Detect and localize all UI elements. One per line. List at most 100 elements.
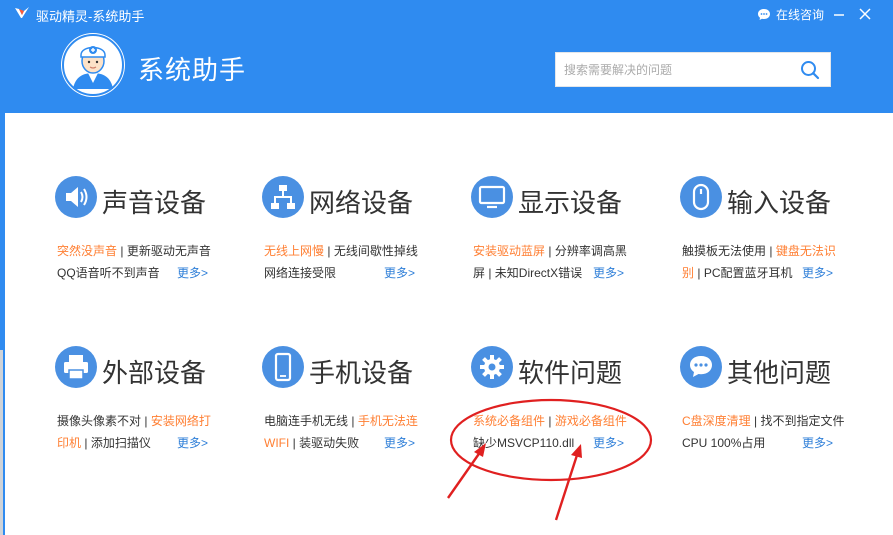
more-link[interactable]: 更多>	[384, 432, 415, 454]
category-card-other: 其他问题 C盘深度清理 | 找不到指定文件 CPU 100%占用 更多>	[680, 346, 880, 476]
more-link[interactable]: 更多>	[802, 262, 833, 284]
category-card-external: 外部设备 摄像头像素不对 | 安装网络打 印机 | 添加扫描仪 更多>	[55, 346, 255, 476]
separator: |	[545, 244, 555, 258]
issue-text[interactable]: 分辨率调高黑	[555, 244, 627, 258]
issue-link[interactable]: C盘深度清理	[682, 414, 751, 428]
issue-link[interactable]: 系统必备组件	[473, 414, 545, 428]
link-line-2: 印机 | 添加扫描仪	[57, 432, 249, 454]
category-card-phone: 手机设备 电脑连手机无线 | 手机无法连 WIFI | 装驱动失败 更多>	[262, 346, 462, 476]
category-title[interactable]: 手机设备	[309, 353, 413, 390]
issue-link[interactable]: 突然没声音	[57, 244, 117, 258]
issue-text[interactable]: PC配置蓝牙耳机	[704, 266, 793, 280]
online-consult-label: 在线咨询	[776, 7, 825, 22]
more-link[interactable]: 更多>	[177, 432, 208, 454]
minimize-icon[interactable]	[829, 4, 849, 24]
link-line-1: 突然没声音 | 更新驱动无声音	[57, 240, 249, 262]
category-card-network: 网络设备 无线上网慢 | 无线间歇性掉线 网络连接受限 更多>	[262, 176, 462, 306]
category-links: 无线上网慢 | 无线间歇性掉线 网络连接受限	[264, 240, 456, 284]
separator: |	[141, 414, 151, 428]
monitor-icon[interactable]	[471, 176, 513, 218]
category-title[interactable]: 声音设备	[102, 183, 206, 220]
category-card-sound: 声音设备 突然没声音 | 更新驱动无声音 QQ语音听不到声音 更多>	[55, 176, 255, 306]
category-links: 电脑连手机无线 | 手机无法连 WIFI | 装驱动失败	[264, 410, 456, 454]
link-line-1: 电脑连手机无线 | 手机无法连	[264, 410, 456, 432]
more-link[interactable]: 更多>	[593, 432, 624, 454]
more-link[interactable]: 更多>	[802, 432, 833, 454]
separator: |	[545, 414, 555, 428]
issue-text[interactable]: 触摸板无法使用	[682, 244, 766, 258]
more-link[interactable]: 更多>	[384, 262, 415, 284]
issue-link[interactable]: 印机	[57, 436, 81, 450]
issue-link[interactable]: 安装驱动蓝屏	[473, 244, 545, 258]
search-input[interactable]	[556, 53, 792, 86]
issue-link[interactable]: 安装网络打	[151, 414, 211, 428]
issue-text[interactable]: QQ语音听不到声音	[57, 266, 160, 280]
link-line-1: C盘深度清理 | 找不到指定文件	[682, 410, 874, 432]
issue-text[interactable]: 摄像头像素不对	[57, 414, 141, 428]
phone-icon[interactable]	[262, 346, 304, 388]
category-title[interactable]: 网络设备	[309, 183, 413, 220]
issue-link[interactable]: 游戏必备组件	[555, 414, 627, 428]
close-icon[interactable]	[855, 4, 875, 24]
header-bar: 驱动精灵-系统助手 在线咨询 系统助手 搜索需要解决的问题	[0, 0, 893, 113]
category-title[interactable]: 软件问题	[518, 353, 622, 390]
issue-text[interactable]: 无线间歇性掉线	[334, 244, 418, 258]
more-link[interactable]: 更多>	[177, 262, 208, 284]
page-title: 系统助手	[138, 55, 247, 85]
category-links: 安装驱动蓝屏 | 分辨率调高黑 屏 | 未知DirectX错误	[473, 240, 665, 284]
online-consult-button[interactable]: 在线咨询	[757, 5, 824, 23]
search-icon[interactable]	[799, 59, 821, 81]
issue-text[interactable]: 屏 | 未知DirectX错误	[473, 266, 582, 280]
speaker-icon[interactable]	[55, 176, 97, 218]
issue-text[interactable]: 更新驱动无声音	[127, 244, 211, 258]
search-box	[555, 52, 831, 87]
issue-text[interactable]: 缺少MSVCP110.dll	[473, 436, 574, 450]
category-title[interactable]: 输入设备	[727, 183, 831, 220]
link-line-1: 无线上网慢 | 无线间歇性掉线	[264, 240, 456, 262]
issue-link[interactable]: 手机无法连	[358, 414, 418, 428]
chat-bubble-icon[interactable]	[680, 346, 722, 388]
link-line-1: 安装驱动蓝屏 | 分辨率调高黑	[473, 240, 665, 262]
issue-text[interactable]: 找不到指定文件	[760, 414, 844, 428]
separator: |	[694, 266, 704, 280]
issue-text[interactable]: CPU 100%占用	[682, 436, 765, 450]
separator: |	[324, 244, 334, 258]
separator: |	[348, 414, 358, 428]
printer-icon[interactable]	[55, 346, 97, 388]
category-links: 系统必备组件 | 游戏必备组件 缺少MSVCP110.dll	[473, 410, 665, 454]
more-link[interactable]: 更多>	[593, 262, 624, 284]
category-links: 触摸板无法使用 | 键盘无法识 别 | PC配置蓝牙耳机	[682, 240, 874, 284]
issue-link[interactable]: 无线上网慢	[264, 244, 324, 258]
separator: |	[289, 436, 300, 450]
doctor-avatar	[61, 33, 125, 97]
category-card-input: 输入设备 触摸板无法使用 | 键盘无法识 别 | PC配置蓝牙耳机 更多>	[680, 176, 880, 306]
category-links: 突然没声音 | 更新驱动无声音 QQ语音听不到声音	[57, 240, 249, 284]
separator: |	[766, 244, 776, 258]
network-icon[interactable]	[262, 176, 304, 218]
link-line-2: QQ语音听不到声音	[57, 262, 249, 284]
separator: |	[117, 244, 127, 258]
issue-text[interactable]: 电脑连手机无线	[264, 414, 348, 428]
link-line-2: 屏 | 未知DirectX错误	[473, 262, 665, 284]
category-title[interactable]: 其他问题	[727, 353, 831, 390]
link-line-1: 摄像头像素不对 | 安装网络打	[57, 410, 249, 432]
issue-text[interactable]: 添加扫描仪	[91, 436, 151, 450]
category-card-software: 软件问题 系统必备组件 | 游戏必备组件 缺少MSVCP110.dll 更多>	[471, 346, 671, 476]
issue-link[interactable]: 别	[682, 266, 694, 280]
link-line-2: CPU 100%占用	[682, 432, 874, 454]
title-bar: 驱动精灵-系统助手 在线咨询	[0, 0, 893, 28]
link-line-2: 网络连接受限	[264, 262, 456, 284]
issue-link[interactable]: 键盘无法识	[776, 244, 836, 258]
mouse-icon[interactable]	[680, 176, 722, 218]
issue-link[interactable]: WIFI	[264, 436, 289, 450]
category-links: C盘深度清理 | 找不到指定文件 CPU 100%占用	[682, 410, 874, 454]
category-title[interactable]: 外部设备	[102, 353, 206, 390]
separator: |	[750, 414, 761, 428]
issue-text[interactable]: 装驱动失败	[299, 436, 359, 450]
category-links: 摄像头像素不对 | 安装网络打 印机 | 添加扫描仪	[57, 410, 249, 454]
gear-icon[interactable]	[471, 346, 513, 388]
issue-text[interactable]: 网络连接受限	[264, 266, 336, 280]
link-line-2: 缺少MSVCP110.dll	[473, 432, 665, 454]
category-title[interactable]: 显示设备	[518, 183, 622, 220]
doctor-icon	[62, 34, 124, 96]
